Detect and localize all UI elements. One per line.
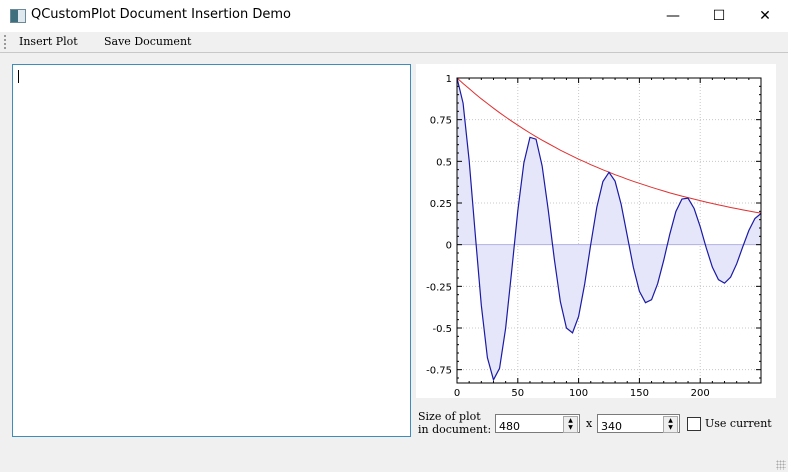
plot-chart: 0 50 100 150 200 1 0.75 0.5 0.25 0 -0.25 -0.5 -0.75 xyxy=(426,74,762,399)
y-tick-label: 1 xyxy=(446,74,452,85)
height-spinbox[interactable]: ▲▼ xyxy=(597,414,680,434)
height-input[interactable] xyxy=(601,419,656,434)
x-tick-label: 50 xyxy=(511,388,524,399)
x-tick-label: 150 xyxy=(630,388,649,399)
use-current-label[interactable]: Use current xyxy=(705,417,772,430)
y-tick-label: -0.75 xyxy=(426,366,452,377)
width-spinbox[interactable]: ▲▼ xyxy=(495,414,580,434)
height-spin-arrows-icon[interactable]: ▲ ▼ xyxy=(663,416,678,433)
y-tick-label: 0.25 xyxy=(430,199,452,210)
size-label-line2: in document: xyxy=(418,423,492,436)
y-tick-label: -0.5 xyxy=(432,324,452,335)
series-fill xyxy=(457,78,761,380)
x-tick-label: 100 xyxy=(569,388,588,399)
size-label-line1: Size of plot xyxy=(418,410,481,423)
y-tick-label: 0.5 xyxy=(436,157,452,168)
width-spin-arrows-icon[interactable]: ▲ ▼ xyxy=(563,416,578,433)
x-tick-label: 200 xyxy=(691,388,710,399)
x-tick-label: 0 xyxy=(454,388,460,399)
width-input[interactable] xyxy=(499,419,554,434)
y-tick-label: 0.75 xyxy=(430,116,452,127)
y-tick-label: -0.25 xyxy=(426,282,452,293)
times-label: x xyxy=(586,417,593,430)
y-tick-label: 0 xyxy=(446,241,452,252)
use-current-checkbox[interactable] xyxy=(687,417,701,431)
resize-grip-icon[interactable] xyxy=(776,460,786,470)
